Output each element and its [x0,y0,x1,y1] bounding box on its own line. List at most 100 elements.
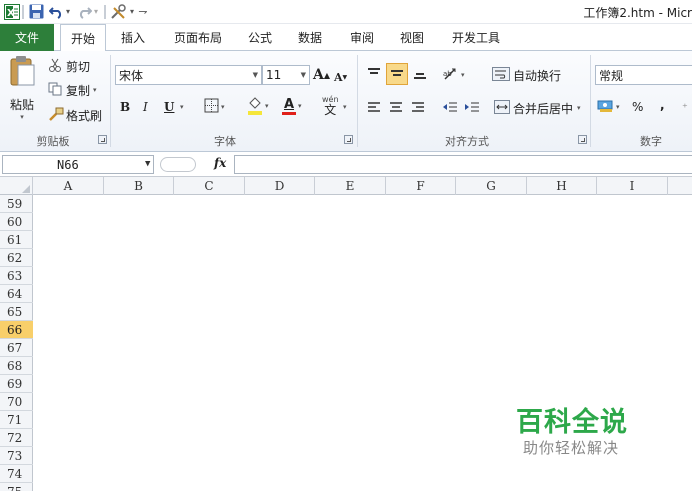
underline-dropdown-icon[interactable]: ▾ [180,98,184,116]
wrap-text-label: 自动换行 [513,68,562,83]
paste-icon [8,55,36,90]
fill-color-button[interactable]: ▾ [247,95,269,117]
number-format-select[interactable]: 常规 [595,65,692,85]
increase-indent-button[interactable] [464,99,480,117]
italic-button[interactable]: I [143,98,148,116]
alignment-launcher-icon[interactable] [578,135,587,144]
tab-data[interactable]: 数据 [290,24,330,51]
row-header[interactable]: 70 [0,393,33,411]
row-header-selected[interactable]: 66 [0,321,33,339]
row-header[interactable]: 59 [0,195,33,213]
column-header-d[interactable]: D [245,177,315,195]
row-header[interactable]: 63 [0,267,33,285]
paste-button[interactable]: 粘贴 ▾ [6,55,38,131]
row-header[interactable]: 68 [0,357,33,375]
underline-button[interactable]: U [164,98,174,116]
wrap-text-icon [492,66,510,84]
row-header[interactable]: 72 [0,429,33,447]
formula-bar-resize-handle[interactable] [160,157,196,172]
row-header[interactable]: 75 [0,483,33,491]
align-middle-button[interactable] [386,63,408,85]
undo-icon[interactable] [48,3,64,20]
merge-center-icon [494,99,510,117]
row-header[interactable]: 62 [0,249,33,267]
align-right-button[interactable] [411,99,425,117]
orientation-button[interactable]: ab ▾ [443,66,465,84]
tools-dropdown-icon[interactable]: ▾ [128,3,136,20]
copy-dropdown-icon[interactable]: ▾ [93,86,97,94]
bold-button[interactable]: B [120,98,130,116]
select-all-corner[interactable] [0,177,33,195]
copy-button[interactable]: 复制 ▾ [48,81,97,99]
insert-function-button[interactable]: fx [214,156,226,170]
column-header-f[interactable]: F [386,177,456,195]
border-button[interactable]: ▾ [204,98,225,116]
excel-logo-icon[interactable]: X [3,3,20,20]
column-header-a[interactable]: A [33,177,104,195]
customize-quick-access-button[interactable]: ⇁ [138,3,148,20]
column-header-i[interactable]: I [597,177,668,195]
undo-dropdown-icon[interactable]: ▾ [64,3,72,20]
font-color-letter: A [283,97,295,112]
align-left-button[interactable] [367,99,381,117]
column-header-b[interactable]: B [104,177,174,195]
cut-button[interactable]: 剪切 [48,57,90,75]
redo-dropdown-icon[interactable]: ▾ [92,3,100,20]
clipboard-launcher-icon[interactable] [98,135,107,144]
tab-view[interactable]: 视图 [392,24,432,51]
row-header[interactable]: 71 [0,411,33,429]
tab-formulas[interactable]: 公式 [240,24,280,51]
increase-decimal-button[interactable]: ⁺ [682,98,688,116]
align-center-button[interactable] [389,99,403,117]
paste-dropdown-icon[interactable]: ▾ [20,113,24,121]
shrink-font-button[interactable]: A ▼ [334,68,347,86]
name-box-dropdown-icon[interactable]: ▼ [145,159,150,169]
formula-input[interactable] [234,155,692,174]
tools-icon[interactable] [110,3,128,20]
ribbon-separator [357,55,358,147]
save-icon[interactable] [28,3,44,20]
grow-font-label: A [313,67,324,83]
font-color-button[interactable]: A ▾ [282,95,302,117]
align-top-button[interactable] [365,65,383,85]
tab-home[interactable]: 开始 [60,24,106,52]
column-header-g[interactable]: G [456,177,527,195]
alignment-group-label: 对齐方式 [445,135,489,148]
font-size-select[interactable]: 11 ▼ [262,65,310,85]
column-header-e[interactable]: E [315,177,386,195]
tab-file[interactable]: 文件 [0,24,54,51]
row-header[interactable]: 74 [0,465,33,483]
phonetic-guide-button[interactable]: wén 文 [322,95,339,119]
phonetic-dropdown-icon[interactable]: ▾ [343,98,347,116]
align-bottom-button[interactable] [411,65,429,85]
row-header[interactable]: 69 [0,375,33,393]
name-box[interactable]: N66 ▼ [2,155,154,174]
redo-icon[interactable] [76,3,92,20]
row-header[interactable]: 67 [0,339,33,357]
qa-divider [104,5,106,19]
tab-developer[interactable]: 开发工具 [444,24,508,51]
tab-page-layout[interactable]: 页面布局 [166,24,230,51]
row-header[interactable]: 73 [0,447,33,465]
decrease-indent-button[interactable] [442,99,458,117]
grow-font-button[interactable]: A ▲ [313,66,330,84]
caret-down-icon: ▼ [342,73,348,81]
row-header[interactable]: 61 [0,231,33,249]
percent-style-button[interactable]: % [632,98,643,116]
row-header[interactable]: 60 [0,213,33,231]
shrink-font-label: A [334,70,343,84]
row-header[interactable]: 64 [0,285,33,303]
row-header[interactable]: 65 [0,303,33,321]
comma-style-button[interactable]: , [660,96,665,114]
column-header-h[interactable]: H [527,177,597,195]
format-painter-button[interactable]: 格式刷 [48,106,102,124]
wrap-text-button[interactable]: 自动换行 [492,66,561,84]
merge-center-button[interactable]: 合并后居中 ▾ [494,99,581,117]
accounting-format-button[interactable]: ▾ [597,98,620,116]
column-header-j[interactable] [668,177,692,195]
column-header-c[interactable]: C [174,177,245,195]
font-launcher-icon[interactable] [344,135,353,144]
tab-review[interactable]: 审阅 [342,24,382,51]
font-name-select[interactable]: 宋体 ▼ [115,65,262,85]
tab-insert[interactable]: 插入 [112,24,154,51]
